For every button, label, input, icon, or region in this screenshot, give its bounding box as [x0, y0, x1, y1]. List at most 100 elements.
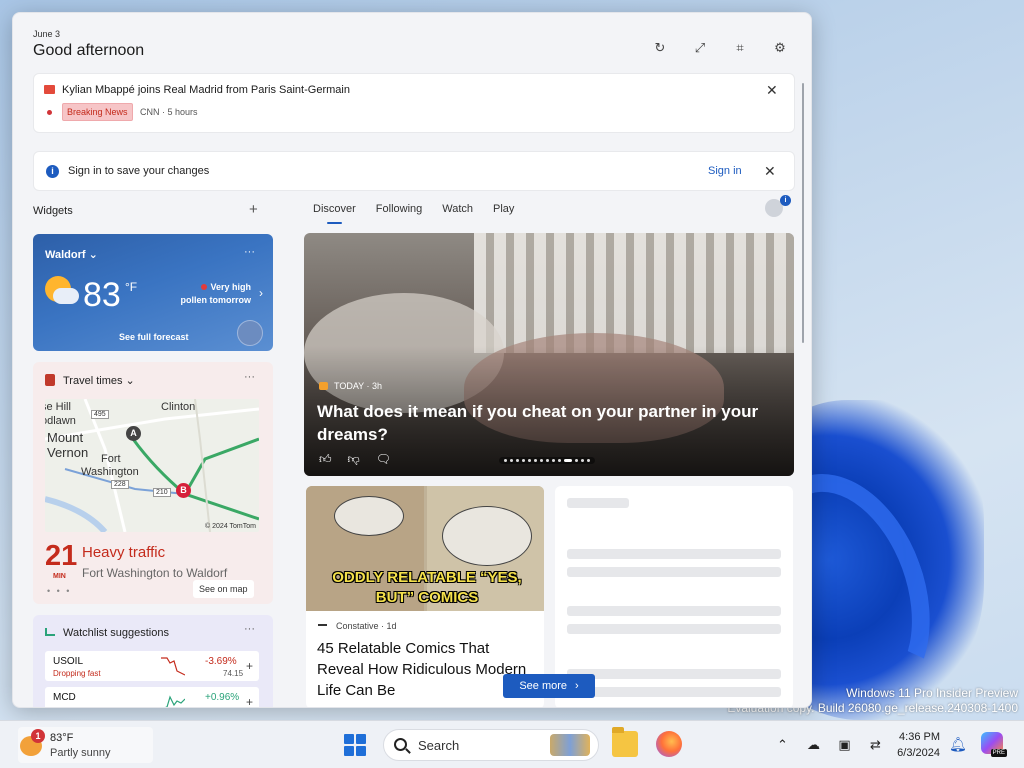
taskbar-clock[interactable]: 4:36 PM 6/3/2024: [888, 729, 940, 761]
preview-badge: PRE: [990, 749, 1007, 757]
add-widget-button[interactable]: +: [249, 201, 258, 218]
taskbar: 1 83°F Partly sunny Search ⌃ ☁ ▣ ⇄ 4:36 …: [0, 720, 1024, 768]
breaking-headline[interactable]: Kylian Mbappé joins Real Madrid from Par…: [62, 84, 350, 96]
feed-tabs: Discover Following Watch Play: [313, 203, 514, 224]
tab-watch[interactable]: Watch: [442, 203, 473, 215]
travel-minutes: 21: [45, 540, 78, 572]
map-roads: [45, 399, 259, 532]
weather-location[interactable]: Waldorf ⌄: [45, 248, 98, 261]
hero-story-card[interactable]: TODAY · 3h What does it mean if you chea…: [304, 233, 794, 476]
story-source: TODAY · 3h: [334, 381, 383, 391]
add-to-watchlist-button[interactable]: +: [246, 659, 253, 673]
carousel-indicator[interactable]: [499, 457, 595, 464]
start-button[interactable]: [344, 734, 366, 756]
search-icon: [394, 738, 407, 751]
more-options-icon[interactable]: ···: [244, 371, 255, 383]
destination-pin-icon: B: [176, 483, 191, 498]
travel-times-widget[interactable]: Travel times ⌄ ··· Clinton se Hill odlaw…: [33, 362, 273, 604]
taskbar-weather-button[interactable]: 1 83°F Partly sunny: [18, 727, 153, 763]
story-source: Constative · 1d: [336, 621, 397, 631]
tab-play[interactable]: Play: [493, 203, 514, 215]
stock-chart-icon: [45, 628, 55, 636]
taskbar-conditions: Partly sunny: [50, 747, 111, 759]
search-box[interactable]: Search: [383, 729, 599, 761]
map-label: se Hill: [45, 401, 71, 413]
watchlist-widget[interactable]: Watchlist suggestions ··· USOIL Dropping…: [33, 615, 273, 707]
breaking-news-card[interactable]: Kylian Mbappé joins Real Madrid from Par…: [33, 73, 795, 133]
see-on-map-button[interactable]: See on map: [193, 580, 254, 598]
breaking-source: CNN · 5 hours: [140, 107, 198, 117]
pollen-alert[interactable]: Very high pollen tomorrow: [181, 281, 252, 307]
map-label: Clinton: [161, 401, 196, 413]
tab-following[interactable]: Following: [376, 203, 422, 215]
chevron-right-icon[interactable]: ›: [259, 286, 263, 300]
panel-header: June 3 Good afternoon: [33, 29, 144, 60]
comment-icon[interactable]: 🗨︎: [376, 452, 391, 467]
stock-change: +0.96%: [205, 692, 240, 703]
alert-dot-icon: [201, 284, 208, 290]
thumbs-up-icon[interactable]: 👍︎: [319, 452, 332, 467]
see-more-button[interactable]: See more ›: [503, 674, 595, 698]
file-explorer-icon[interactable]: [612, 727, 638, 757]
header-date: June 3: [33, 29, 61, 39]
refresh-icon[interactable]: ↻: [651, 39, 669, 57]
network-off-icon[interactable]: ☁: [805, 737, 822, 753]
weather-unit: °F: [125, 280, 138, 294]
close-icon[interactable]: ✕: [766, 83, 778, 97]
settings-icon[interactable]: ⚙: [771, 39, 789, 57]
more-options-icon[interactable]: ···: [244, 246, 255, 258]
route-shield: 210: [153, 488, 171, 497]
notification-badge: 1: [31, 729, 45, 743]
thumbs-down-icon[interactable]: 👎︎: [348, 452, 360, 467]
traffic-status: Heavy traffic: [82, 544, 166, 561]
weather-widget[interactable]: Waldorf ⌄ ··· 83 °F Very high pollen tom…: [33, 234, 273, 351]
weather-temp: 83: [83, 276, 121, 314]
chevron-up-icon[interactable]: ⌃: [774, 737, 791, 753]
route-shield: 228: [111, 480, 129, 489]
widget-pager[interactable]: • • •: [47, 586, 71, 596]
signin-link[interactable]: Sign in: [708, 165, 742, 177]
more-options-icon[interactable]: ···: [244, 623, 255, 635]
bird-illustration-icon: [237, 320, 263, 346]
breaking-news-tag: Breaking News: [62, 103, 133, 121]
watchlist-row[interactable]: USOIL Dropping fast -3.69% 74.15 +: [45, 651, 259, 681]
info-icon: i: [46, 165, 59, 178]
signin-message: Sign in to save your changes: [68, 165, 210, 177]
panel-scrollbar[interactable]: [802, 83, 804, 343]
info-badge-icon: i: [780, 195, 791, 206]
story-reactions: 👍︎ 👎︎ 🗨︎: [319, 452, 391, 467]
pin-icon[interactable]: ⌗: [731, 39, 749, 57]
firefox-icon[interactable]: [656, 731, 682, 757]
add-to-watchlist-button[interactable]: +: [246, 695, 253, 707]
start-pin-icon: A: [126, 426, 141, 441]
travel-title[interactable]: Travel times ⌄: [63, 374, 135, 387]
close-icon[interactable]: ✕: [764, 164, 776, 178]
map-label: Fort: [101, 453, 121, 465]
story-image: ODDLY RELATABLE “YES, BUT” COMICS: [306, 486, 544, 611]
sparkline-down: [161, 657, 185, 676]
display-icon[interactable]: ▣: [836, 737, 853, 753]
taskbar-temp: 83°F: [50, 732, 74, 744]
watchlist-row[interactable]: MCD +0.96% +: [45, 687, 259, 707]
copilot-icon[interactable]: PRE: [981, 732, 1007, 757]
route-shield: 495: [91, 410, 109, 419]
map-credit: © 2024 TomTom: [205, 523, 256, 530]
map-label: Mount: [47, 430, 84, 445]
publisher-logo-icon: [319, 382, 328, 390]
notification-bell-icon[interactable]: 🔔︎: [949, 736, 967, 753]
stock-price: 74.15: [223, 669, 244, 678]
tab-discover[interactable]: Discover: [313, 203, 356, 224]
map-label: Vernon: [47, 445, 89, 460]
see-full-forecast-link[interactable]: See full forecast: [119, 332, 189, 342]
stock-change: -3.69%: [205, 656, 237, 667]
sparkline-up: [165, 695, 185, 707]
header-greeting: Good afternoon: [33, 42, 145, 59]
traffic-map[interactable]: Clinton se Hill odlawn Mount Vernon Fort…: [45, 399, 259, 532]
sync-icon[interactable]: ⇄: [867, 737, 884, 753]
publisher-logo-icon: [318, 624, 327, 626]
expand-icon[interactable]: ⤢: [691, 39, 709, 57]
header-actions: ↻ ⤢ ⌗ ⚙: [651, 39, 789, 57]
traffic-light-icon: [45, 374, 55, 386]
stock-symbol: MCD: [53, 692, 76, 703]
story-headline[interactable]: What does it mean if you cheat on your p…: [317, 400, 777, 446]
